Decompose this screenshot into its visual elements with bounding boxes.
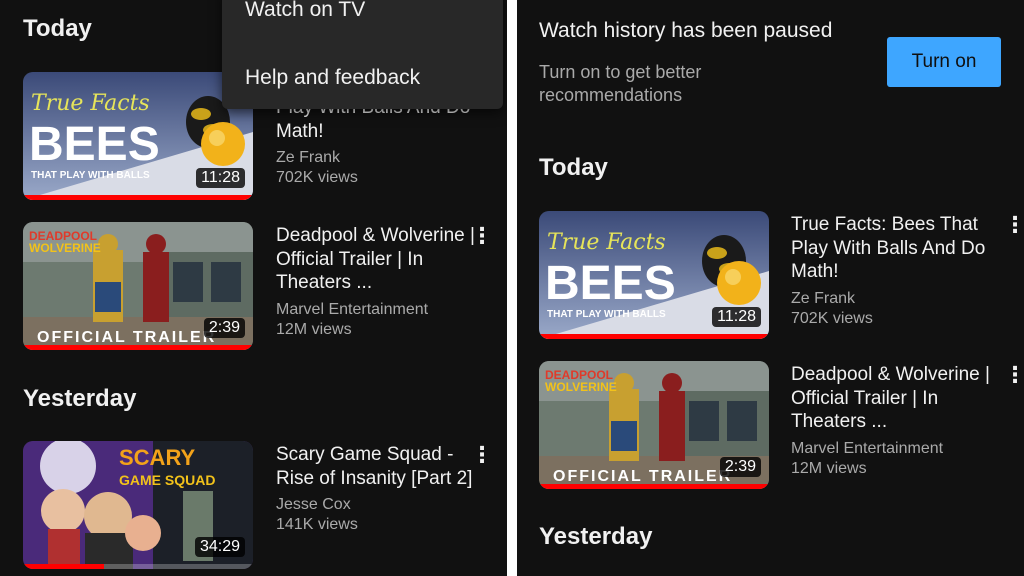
more-vert-icon[interactable]: ⋮ [1004, 363, 1024, 387]
panel-divider [507, 0, 517, 576]
left-history-panel: Today True Facts BEES THAT PLAY WITH BAL… [0, 0, 507, 576]
duration-badge: 11:28 [196, 168, 245, 188]
video-meta: True Facts: Bees That Play With Balls An… [791, 213, 991, 329]
svg-text:THAT PLAY WITH BALLS: THAT PLAY WITH BALLS [31, 170, 150, 181]
svg-text:WOLVERINE: WOLVERINE [545, 380, 617, 394]
watch-progress-bar [23, 195, 253, 200]
watch-progress-bar [23, 564, 104, 569]
video-thumbnail[interactable]: True Facts BEES THAT PLAY WITH BALLS 11:… [539, 211, 769, 339]
menu-item-help-and-feedback[interactable]: Help and feedback [245, 66, 420, 90]
history-video-item[interactable]: True Facts BEES THAT PLAY WITH BALLS 11:… [539, 211, 1024, 339]
more-vert-icon[interactable]: ⋮ [1004, 213, 1024, 237]
video-meta: Deadpool & Wolverine | Official Trailer … [276, 224, 476, 340]
duration-badge: 34:29 [194, 537, 245, 557]
view-count: 12M views [276, 320, 352, 338]
video-title[interactable]: Scary Game Squad - Rise of Insanity [Par… [276, 443, 476, 490]
history-paused-title: Watch history has been paused [539, 19, 833, 42]
svg-text:OFFICIAL TRAILER: OFFICIAL TRAILER [553, 468, 732, 485]
view-count: 702K views [791, 309, 873, 327]
video-title[interactable]: Deadpool & Wolverine | Official Trailer … [276, 224, 476, 295]
video-meta: Deadpool & Wolverine | Official Trailer … [791, 363, 991, 479]
channel-name[interactable]: Ze Frank [276, 148, 476, 168]
right-history-panel: Watch history has been paused Turn on to… [517, 0, 1024, 576]
video-thumbnail[interactable]: SCARY GAME SQUAD 34:29 [23, 441, 253, 569]
video-meta: Scary Game Squad - Rise of Insanity [Par… [276, 443, 476, 535]
channel-name[interactable]: Marvel Entertainment [791, 439, 991, 459]
section-heading-today: Today [539, 154, 608, 181]
channel-name[interactable]: Ze Frank [791, 289, 991, 309]
overflow-menu: Watch on TV Help and feedback [222, 0, 503, 109]
view-count: 12M views [791, 459, 867, 477]
section-heading-today: Today [23, 15, 92, 42]
duration-badge: 2:39 [719, 457, 761, 477]
section-heading-yesterday: Yesterday [539, 523, 653, 550]
svg-text:BEES: BEES [545, 257, 676, 310]
history-video-item[interactable]: DEADPOOL WOLVERINE OFFICIAL TRAILER 2:39… [23, 222, 507, 350]
channel-name[interactable]: Marvel Entertainment [276, 300, 476, 320]
history-paused-subtitle: Turn on to get better recommendations [539, 62, 702, 105]
history-video-item[interactable]: SCARY GAME SQUAD 34:29 Scary Game Squad … [23, 441, 507, 569]
menu-item-watch-on-tv[interactable]: Watch on TV [245, 0, 365, 22]
duration-badge: 2:39 [203, 318, 245, 338]
watch-progress-bar [539, 484, 769, 489]
duration-badge: 11:28 [712, 307, 761, 327]
view-count: 702K views [276, 169, 358, 186]
svg-text:BEES: BEES [29, 118, 160, 171]
more-vert-icon[interactable]: ⋮ [471, 224, 493, 248]
video-title[interactable]: True Facts: Bees That Play With Balls An… [791, 213, 991, 284]
svg-text:SCARY: SCARY [119, 445, 196, 470]
watch-progress-bar [539, 334, 769, 339]
svg-text:True Facts: True Facts [547, 230, 666, 255]
video-thumbnail[interactable]: DEADPOOL WOLVERINE OFFICIAL TRAILER 2:39 [23, 222, 253, 350]
svg-text:True Facts: True Facts [31, 91, 150, 116]
channel-name[interactable]: Jesse Cox [276, 495, 476, 515]
svg-text:WOLVERINE: WOLVERINE [29, 241, 101, 255]
view-count: 141K views [276, 516, 358, 533]
svg-text:OFFICIAL TRAILER: OFFICIAL TRAILER [37, 329, 216, 346]
svg-text:GAME SQUAD: GAME SQUAD [119, 472, 215, 488]
video-thumbnail[interactable]: True Facts BEES THAT PLAY WITH BALLS 11:… [23, 72, 253, 200]
turn-on-button[interactable]: Turn on [887, 37, 1001, 87]
svg-text:THAT PLAY WITH BALLS: THAT PLAY WITH BALLS [547, 309, 666, 320]
watch-progress-bar [23, 345, 253, 350]
video-title[interactable]: Deadpool & Wolverine | Official Trailer … [791, 363, 991, 434]
history-video-item[interactable]: DEADPOOL WOLVERINE OFFICIAL TRAILER 2:39… [539, 361, 1024, 489]
more-vert-icon[interactable]: ⋮ [471, 443, 493, 467]
video-thumbnail[interactable]: DEADPOOL WOLVERINE OFFICIAL TRAILER 2:39 [539, 361, 769, 489]
section-heading-yesterday: Yesterday [23, 385, 137, 412]
